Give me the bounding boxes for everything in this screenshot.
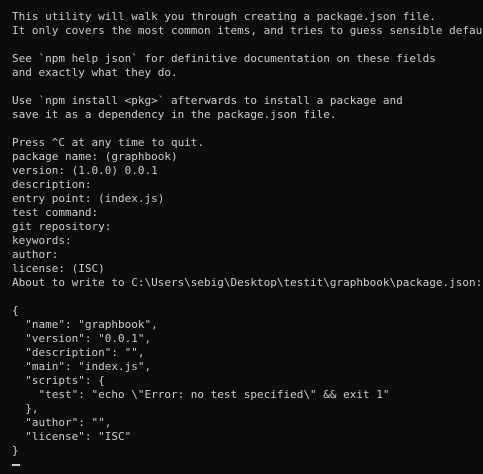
prompt-license: license: (ISC) <box>12 262 105 275</box>
json-line: } <box>12 444 19 457</box>
prompt-description: description: <box>12 178 92 191</box>
json-line: "name": "graphbook", <box>12 318 158 331</box>
json-line: }, <box>12 402 39 415</box>
prompt-entry-point: entry point: (index.js) <box>12 192 165 205</box>
json-line: { <box>12 304 19 317</box>
json-line: "author": "", <box>12 416 112 429</box>
terminal-line: and exactly what they do. <box>12 66 178 79</box>
text-cursor <box>12 464 20 466</box>
prompt-git-repository: git repository: <box>12 220 112 233</box>
prompt-package-name: package name: (graphbook) <box>12 150 178 163</box>
prompt-author: author: <box>12 248 59 261</box>
json-line: "description": "", <box>12 346 145 359</box>
prompt-test-command: test command: <box>12 206 99 219</box>
prompt-version: version: (1.0.0) 0.0.1 <box>12 164 158 177</box>
terminal-line: Press ^C at any time to quit. <box>12 136 205 149</box>
terminal-line: See `npm help json` for definitive docum… <box>12 52 436 65</box>
json-line: "license": "ISC" <box>12 430 132 443</box>
prompt-keywords: keywords: <box>12 234 72 247</box>
terminal-line: Use `npm install <pkg>` afterwards to in… <box>12 94 403 107</box>
json-line: "test": "echo \"Error: no test specified… <box>12 388 390 401</box>
json-line: "main": "index.js", <box>12 360 152 373</box>
terminal-line: It only covers the most common items, an… <box>12 24 483 37</box>
terminal-line: save it as a dependency in the package.j… <box>12 108 337 121</box>
write-path-line: About to write to C:\Users\sebig\Desktop… <box>12 276 483 289</box>
json-line: "version": "0.0.1", <box>12 332 152 345</box>
json-line: "scripts": { <box>12 374 105 387</box>
terminal-window[interactable]: This utility will walk you through creat… <box>0 0 483 474</box>
terminal-line: This utility will walk you through creat… <box>12 10 436 23</box>
